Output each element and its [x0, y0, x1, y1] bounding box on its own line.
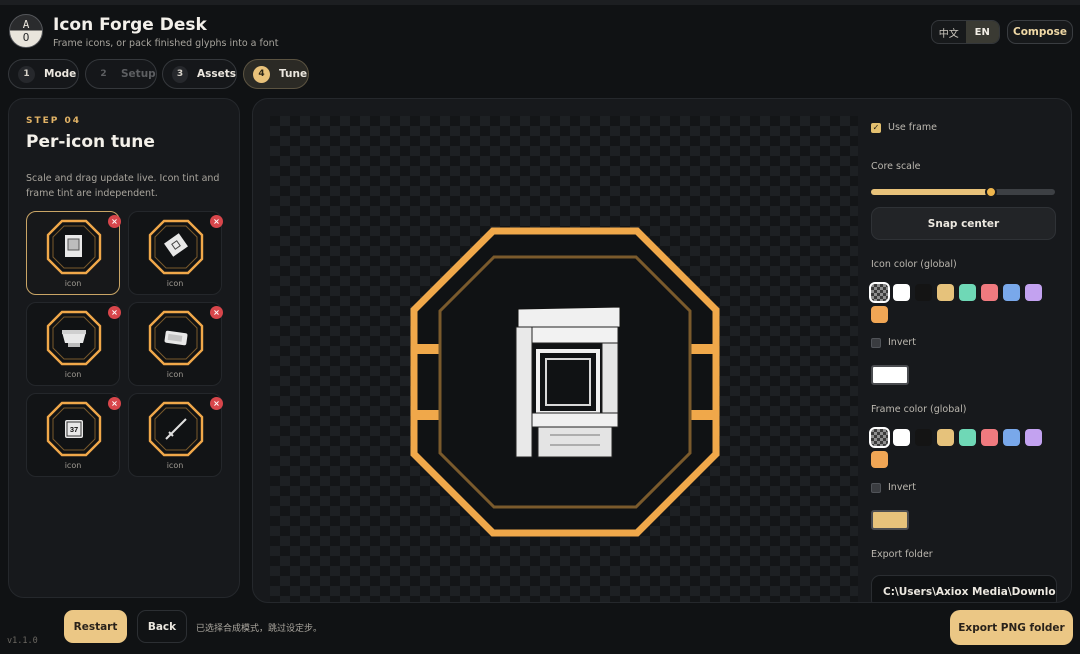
- export-folder-label: Export folder: [871, 549, 933, 560]
- snap-center-button[interactable]: Snap center: [871, 207, 1056, 240]
- icon-caption: icon: [166, 279, 184, 288]
- checkbox-unchecked-icon: [871, 337, 881, 348]
- frame-invert-checkbox[interactable]: Invert: [871, 482, 916, 493]
- step-label: Assets: [196, 68, 236, 80]
- checkbox-checked-icon: ✓: [871, 122, 881, 133]
- remove-icon-button[interactable]: ×: [210, 397, 223, 410]
- step-assets-tab[interactable]: 3 Assets: [162, 59, 237, 89]
- frame-color-swatch[interactable]: [871, 451, 888, 468]
- frame-preview[interactable]: [410, 227, 720, 537]
- icon-color-swatch[interactable]: [893, 284, 910, 301]
- icon-color-swatch[interactable]: [981, 284, 998, 301]
- icon-color-swatch[interactable]: [871, 306, 888, 323]
- logo-letter-top: A: [22, 18, 30, 31]
- step-number: 1: [18, 65, 35, 83]
- version-label: v1.1.0: [7, 636, 38, 646]
- step-number: 2: [100, 69, 107, 79]
- status-message: 已选择合成模式，跳过设定步。: [196, 624, 323, 634]
- icon-caption: icon: [166, 370, 184, 379]
- icon-caption: icon: [64, 370, 82, 379]
- use-frame-checkbox[interactable]: ✓ Use frame: [871, 122, 937, 133]
- step-mode-tab[interactable]: 1 Mode: [8, 59, 79, 89]
- preview-canvas[interactable]: [270, 116, 858, 602]
- use-frame-label: Use frame: [888, 122, 937, 133]
- chip-label: 37: [70, 425, 78, 434]
- lang-zh-button[interactable]: 中文: [932, 21, 966, 43]
- icon-color-swatch[interactable]: [1003, 284, 1020, 301]
- remove-icon-button[interactable]: ×: [108, 215, 121, 228]
- icon-list-panel: STEP 04 Per-icon tune Scale and drag upd…: [8, 98, 240, 598]
- chip-card-icon: [148, 219, 204, 275]
- app-title: Icon Forge Desk: [53, 15, 207, 35]
- compose-button[interactable]: Compose: [1007, 20, 1073, 44]
- icon-color-swatch[interactable]: [915, 284, 932, 301]
- slider-handle[interactable]: [984, 186, 997, 198]
- icon-tile[interactable]: 37 icon ×: [26, 393, 121, 477]
- step-label: Setup: [121, 68, 156, 80]
- language-switch: 中文 EN: [931, 20, 1000, 44]
- remove-icon-button[interactable]: ×: [210, 215, 223, 228]
- step-setup-tab[interactable]: 2 Setup: [85, 59, 157, 89]
- icon-tile[interactable]: icon ×: [26, 302, 121, 386]
- remove-icon-button[interactable]: ×: [108, 397, 121, 410]
- tune-panel: ✓ Use frame Core scale Snap center Icon …: [252, 98, 1072, 603]
- step-number: 4: [253, 65, 270, 83]
- icon-caption: icon: [166, 461, 184, 470]
- logo-letter-bottom: O: [22, 31, 30, 44]
- crate-icon: [46, 310, 102, 366]
- invert-label: Invert: [888, 337, 916, 348]
- device-icon: [148, 310, 204, 366]
- app-subtitle: Frame icons, or pack finished glyphs int…: [53, 38, 279, 49]
- panel-title: Per-icon tune: [26, 132, 155, 152]
- remove-icon-button[interactable]: ×: [108, 306, 121, 319]
- icon-color-label: Icon color (global): [871, 259, 957, 270]
- step-tune-tab[interactable]: 4 Tune: [243, 59, 309, 89]
- step-label: Tune: [279, 68, 308, 80]
- frame-color-preview: [871, 510, 909, 530]
- window-core-icon: [515, 306, 621, 458]
- sword-icon: [148, 401, 204, 457]
- panel-description: Scale and drag update live. Icon tint an…: [26, 173, 220, 199]
- frame-color-label: Frame color (global): [871, 404, 967, 415]
- icon-tile[interactable]: icon ×: [128, 302, 223, 386]
- restart-button[interactable]: Restart: [64, 610, 127, 643]
- export-folder-input[interactable]: C:\Users\Axiox Media\Downloads: [871, 575, 1057, 602]
- icon-invert-checkbox[interactable]: Invert: [871, 337, 916, 348]
- window-top-bar: [0, 0, 1080, 5]
- frame-color-swatch[interactable]: [1003, 429, 1020, 446]
- core-scale-label: Core scale: [871, 161, 921, 172]
- step-label: STEP 04: [26, 116, 82, 126]
- frame-color-swatch[interactable]: [937, 429, 954, 446]
- lang-en-button[interactable]: EN: [965, 21, 999, 43]
- frame-color-swatch[interactable]: [981, 429, 998, 446]
- settings-sidebar: ✓ Use frame Core scale Snap center Icon …: [869, 99, 1061, 602]
- icon-tile[interactable]: icon ×: [128, 211, 223, 295]
- frame-color-swatch[interactable]: [959, 429, 976, 446]
- app-logo: A O: [9, 14, 43, 48]
- export-png-folder-button[interactable]: Export PNG folder: [950, 610, 1073, 645]
- slider-fill: [871, 189, 991, 195]
- frame-color-swatch[interactable]: [915, 429, 932, 446]
- step-number: 3: [172, 65, 188, 83]
- icon-color-swatch[interactable]: [1025, 284, 1042, 301]
- remove-icon-button[interactable]: ×: [210, 306, 223, 319]
- checkbox-unchecked-icon: [871, 482, 881, 493]
- icon-color-swatch[interactable]: [869, 282, 890, 303]
- icon-tile[interactable]: icon ×: [128, 393, 223, 477]
- cpu-37-icon: 37: [46, 401, 102, 457]
- frame-color-swatch[interactable]: [893, 429, 910, 446]
- icon-color-preview: [871, 365, 909, 385]
- window-icon: [46, 219, 102, 275]
- icon-caption: icon: [64, 461, 82, 470]
- invert-label: Invert: [888, 482, 916, 493]
- frame-color-swatch[interactable]: [869, 427, 890, 448]
- icon-caption: icon: [64, 279, 82, 288]
- core-scale-slider[interactable]: [871, 186, 1055, 198]
- step-label: Mode: [44, 68, 77, 80]
- icon-color-swatch[interactable]: [937, 284, 954, 301]
- back-button[interactable]: Back: [137, 610, 187, 643]
- icon-color-swatch[interactable]: [959, 284, 976, 301]
- icon-tile[interactable]: icon ×: [26, 211, 121, 295]
- frame-color-swatch[interactable]: [1025, 429, 1042, 446]
